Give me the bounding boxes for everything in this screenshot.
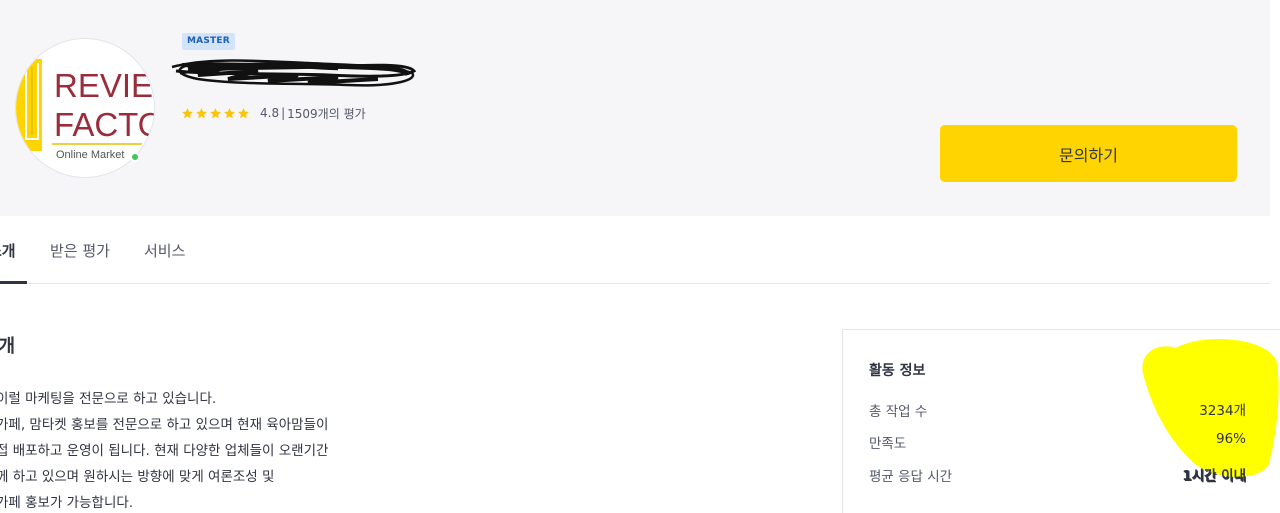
review-count[interactable]: 1509개의 평가 — [287, 105, 366, 122]
intro-line: 이럴 마케팅을 전문으로 하고 있습니다. — [0, 391, 217, 407]
star-icon — [238, 107, 249, 118]
intro-line: 께 하고 있으며 원하시는 방향에 맞게 여론조성 및 — [0, 469, 275, 485]
star-icon — [224, 107, 235, 118]
star-icon — [210, 107, 221, 118]
stat-label: 만족도 — [869, 436, 907, 452]
tab-reviews[interactable]: 받은 평가 — [50, 240, 110, 261]
grade-badge: MASTER — [182, 33, 235, 50]
rating-summary: 4.8 | 1509개의 평가 — [181, 104, 366, 122]
tab-introduction[interactable]: 소개 — [0, 240, 16, 261]
stat-value-overlay: 3234개 — [1199, 403, 1246, 419]
inquiry-button[interactable]: 문의하기 — [940, 125, 1237, 182]
rating-score: 4.8 — [260, 106, 280, 120]
redacted-name-scribble — [171, 59, 417, 87]
stat-satisfaction: 만족도 96% — [869, 432, 1247, 452]
stat-value-overlay: 1시간 이내 — [1182, 468, 1246, 484]
intro-line: 가페 홍보가 가능합니다. — [0, 495, 134, 511]
logo-line2: FACTO — [54, 106, 155, 143]
rating-stars — [181, 107, 250, 120]
intro-line: 가페, 맘타켓 홍보를 전문으로 하고 있으며 현재 육아맘들이 — [0, 417, 329, 433]
intro-line: 접 배포하고 운영이 됩니다. 현재 다양한 업체들이 오랜기간 — [0, 443, 329, 459]
intro-section-title: 소개 — [0, 336, 16, 357]
logo-line1: REVIE — [54, 67, 153, 104]
logo-line3: Online Market — [56, 149, 124, 161]
star-icon — [182, 107, 193, 118]
profile-tabs: 소개 받은 평가 서비스 — [0, 216, 1270, 284]
active-tab-indicator — [0, 281, 27, 284]
activity-info-card: 활동 정보 총 작업 수 3234개 만족도 96% 평균 응답 시간 1시간 … — [842, 329, 1280, 513]
activity-info-title: 활동 정보 — [869, 363, 926, 379]
profile-header: REVIE FACTO Online Market MASTER 4.8 | 1… — [0, 0, 1270, 216]
tab-services[interactable]: 서비스 — [144, 240, 185, 261]
star-icon — [196, 107, 207, 118]
stat-label: 총 작업 수 — [869, 404, 928, 420]
stat-value-overlay: 96% — [1215, 431, 1246, 447]
online-status-dot — [130, 152, 140, 162]
stat-total-jobs: 총 작업 수 3234개 — [869, 400, 1247, 420]
rating-separator: | — [281, 106, 286, 120]
stat-label: 평균 응답 시간 — [869, 469, 953, 485]
